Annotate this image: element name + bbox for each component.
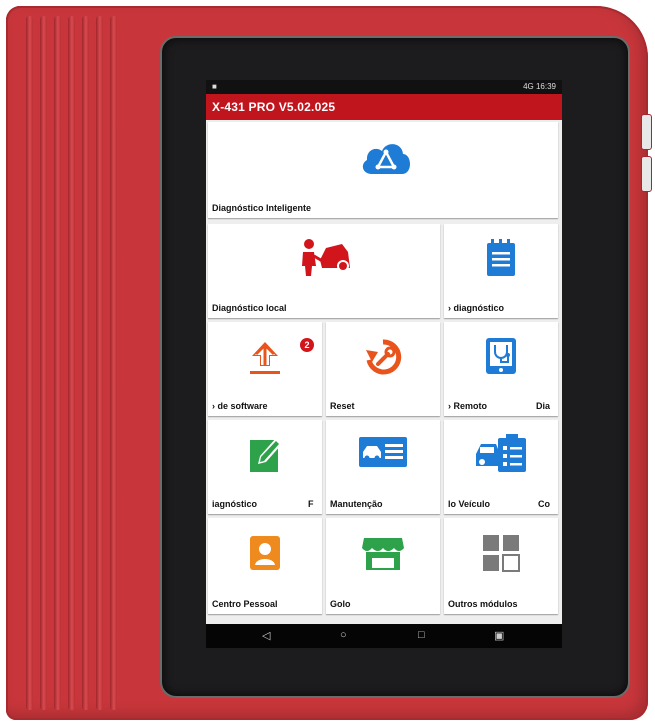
status-text: 4G 16:39 xyxy=(523,82,556,91)
tile-maintenance[interactable]: Manutenção xyxy=(326,420,440,514)
tile-feedback[interactable]: iagnóstico F xyxy=(208,420,322,514)
tile-label-overflow: F xyxy=(308,499,314,509)
car-clipboard-icon xyxy=(476,434,526,472)
tile-reset[interactable]: Reset xyxy=(326,322,440,416)
update-count-badge: 2 xyxy=(300,338,314,352)
upload-arrow-icon xyxy=(250,342,280,374)
car-list-icon xyxy=(359,437,407,467)
report-notepad-icon xyxy=(487,239,515,276)
tile-label: Diagnóstico local xyxy=(212,303,287,313)
person-icon xyxy=(250,536,280,570)
tile-label: Diagnóstico Inteligente xyxy=(212,203,312,213)
back-icon[interactable]: ◁ xyxy=(262,629,270,642)
mechanic-car-icon xyxy=(302,239,350,276)
grip-ridge xyxy=(68,16,75,710)
edit-pencil-icon xyxy=(250,438,282,472)
tile-store[interactable]: Golo xyxy=(326,518,440,614)
android-nav-bar: ◁ ○ □ ▣ xyxy=(206,624,562,648)
tile-label-overflow: Co xyxy=(538,499,550,509)
tile-label: › diagnóstico xyxy=(448,303,504,313)
cloud-diagnostics-icon xyxy=(362,144,410,174)
tile-label: Centro Pessoal xyxy=(212,599,278,609)
grip-ridge xyxy=(96,16,103,710)
grip-ridge xyxy=(82,16,89,710)
wrench-reset-icon xyxy=(366,339,402,375)
store-icon xyxy=(362,538,404,570)
recent-apps-icon[interactable]: □ xyxy=(418,629,425,641)
screenshot-icon[interactable]: ▣ xyxy=(494,629,504,642)
grip-ridge xyxy=(54,16,61,710)
tile-label: Manutenção xyxy=(330,499,383,509)
side-button[interactable] xyxy=(641,114,652,150)
tile-label-overflow: Dia xyxy=(536,401,551,411)
grip-ridge xyxy=(26,16,33,710)
tile-remote-diagnostics[interactable]: › Remoto Dia xyxy=(444,322,558,416)
tile-label: Outros módulos xyxy=(448,599,518,609)
tile-label: › de software xyxy=(212,401,268,411)
tile-label: lo Veículo xyxy=(448,499,491,509)
remote-stethoscope-icon xyxy=(486,338,516,374)
modules-grid-icon xyxy=(483,535,520,572)
tile-other-modules[interactable]: Outros módulos xyxy=(444,518,558,614)
tile-vehicle[interactable]: lo Veículo Co xyxy=(444,420,558,514)
tile-smart-diagnostics[interactable]: Diagnóstico Inteligente xyxy=(208,122,558,218)
status-bar: ■ 4G 16:39 xyxy=(206,80,562,94)
tile-label: Golo xyxy=(330,599,351,609)
home-icon[interactable]: ○ xyxy=(340,629,347,641)
app-title: X-431 PRO V5.02.025 xyxy=(212,100,336,114)
grip-ridge xyxy=(110,16,117,710)
tile-local-diagnostics[interactable]: Diagnóstico local xyxy=(208,224,440,318)
tile-label: Reset xyxy=(330,401,355,411)
screen: ■ 4G 16:39 X-431 PRO V5.02.025 Diagnósti… xyxy=(206,80,562,648)
grip-ridge xyxy=(40,16,47,710)
tile-personal-center[interactable]: Centro Pessoal xyxy=(208,518,322,614)
tile-label: iagnóstico xyxy=(212,499,258,509)
tile-diagnostic-report[interactable]: › diagnóstico xyxy=(444,224,558,318)
app-bar: X-431 PRO V5.02.025 xyxy=(206,94,562,120)
side-button[interactable] xyxy=(641,156,652,192)
tile-label: › Remoto xyxy=(448,401,487,411)
notification-icon: ■ xyxy=(212,82,217,91)
tile-software-update[interactable]: 2 › de software xyxy=(208,322,322,416)
